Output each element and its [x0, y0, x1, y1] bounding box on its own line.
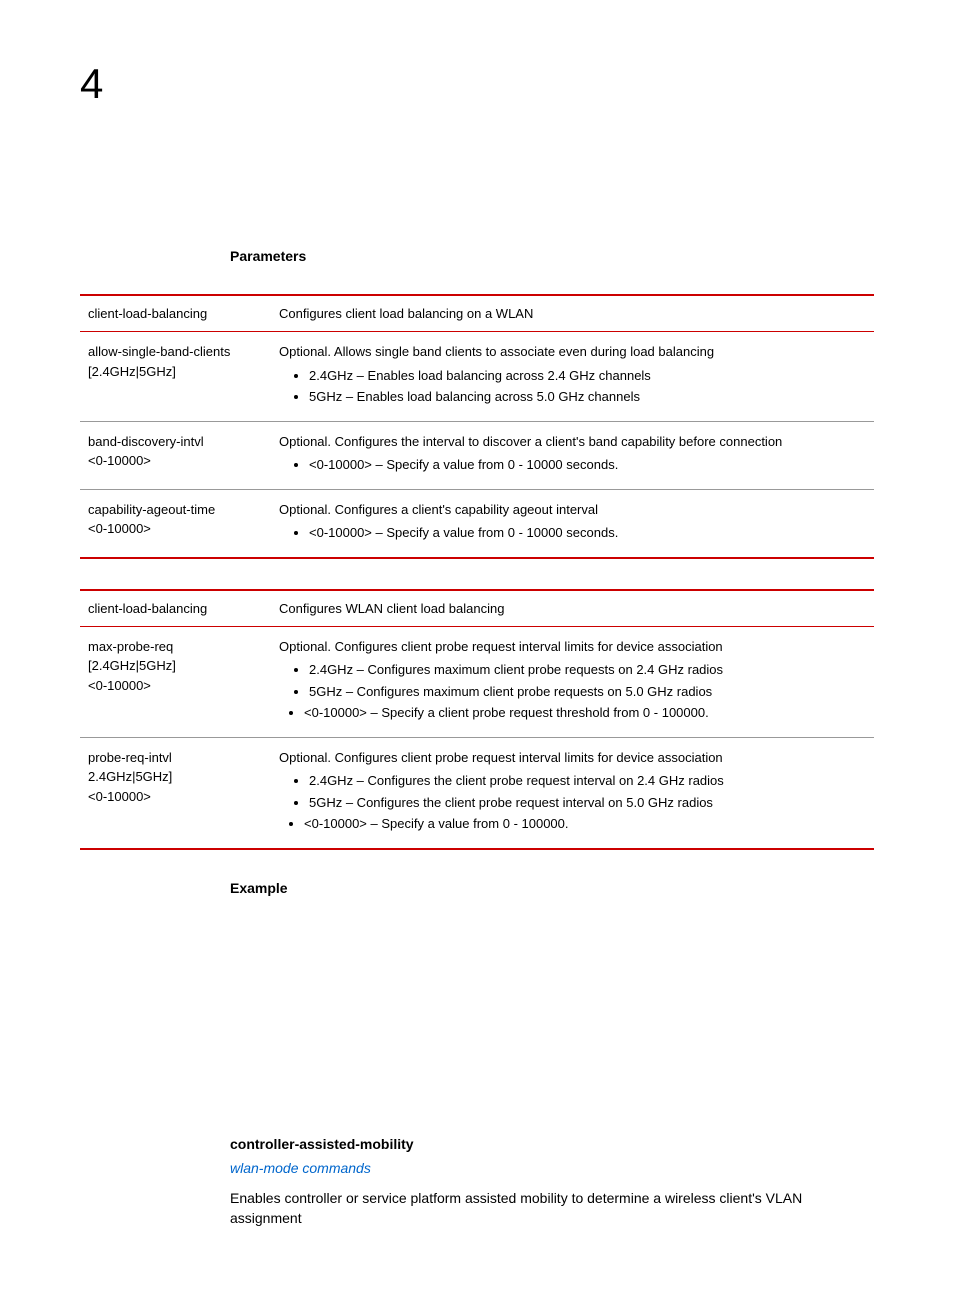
- body-paragraph: Enables controller or service platform a…: [230, 1188, 874, 1229]
- param-desc: Optional. Configures client probe reques…: [271, 737, 874, 849]
- param-name: allow-single-band-clients [2.4GHz|5GHz]: [80, 332, 271, 422]
- param-name: band-discovery-intvl <0-10000>: [80, 421, 271, 489]
- param-desc: Optional. Allows single band clients to …: [271, 332, 874, 422]
- table-header-col1: client-load-balancing: [80, 590, 271, 627]
- chapter-number: 4: [80, 60, 874, 108]
- table-row: allow-single-band-clients [2.4GHz|5GHz] …: [80, 332, 874, 422]
- table-header-col2: Configures WLAN client load balancing: [271, 590, 874, 627]
- table-header-col1: client-load-balancing: [80, 295, 271, 332]
- parameters-table-2: client-load-balancing Configures WLAN cl…: [80, 589, 874, 850]
- parameters-table-1: client-load-balancing Configures client …: [80, 294, 874, 559]
- param-name: capability-ageout-time <0-10000>: [80, 489, 271, 558]
- command-title: controller-assisted-mobility: [230, 1136, 874, 1152]
- table-header-row: client-load-balancing Configures WLAN cl…: [80, 590, 874, 627]
- example-heading: Example: [230, 880, 874, 896]
- table-row: band-discovery-intvl <0-10000> Optional.…: [80, 421, 874, 489]
- wlan-mode-link[interactable]: wlan-mode commands: [230, 1160, 874, 1176]
- param-name: max-probe-req [2.4GHz|5GHz] <0-10000>: [80, 626, 271, 737]
- table-row: capability-ageout-time <0-10000> Optiona…: [80, 489, 874, 558]
- table-row: max-probe-req [2.4GHz|5GHz] <0-10000> Op…: [80, 626, 874, 737]
- table-row: probe-req-intvl 2.4GHz|5GHz] <0-10000> O…: [80, 737, 874, 849]
- table-header-col2: Configures client load balancing on a WL…: [271, 295, 874, 332]
- param-desc: Optional. Configures the interval to dis…: [271, 421, 874, 489]
- param-name: probe-req-intvl 2.4GHz|5GHz] <0-10000>: [80, 737, 271, 849]
- table-header-row: client-load-balancing Configures client …: [80, 295, 874, 332]
- parameters-heading: Parameters: [230, 248, 874, 264]
- param-desc: Optional. Configures a client's capabili…: [271, 489, 874, 558]
- param-desc: Optional. Configures client probe reques…: [271, 626, 874, 737]
